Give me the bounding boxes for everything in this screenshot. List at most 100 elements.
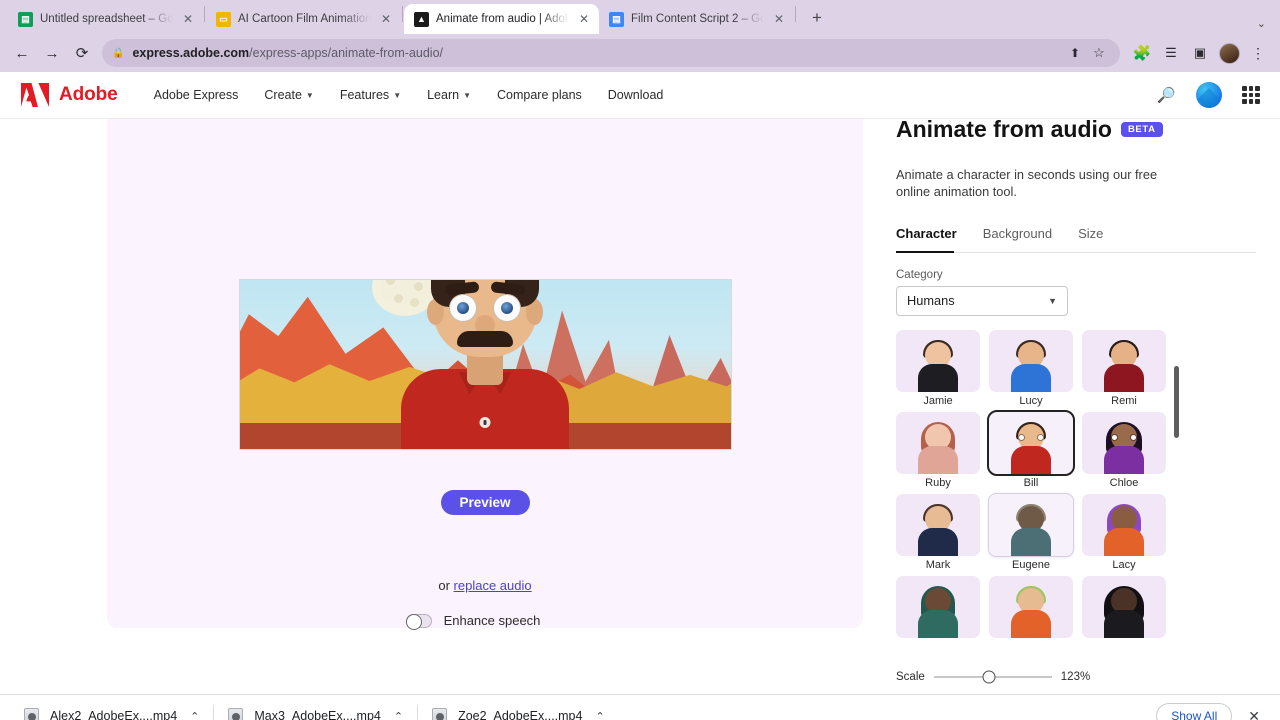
adobe-mark-icon — [21, 83, 49, 107]
status-badge: BETA — [1120, 121, 1163, 137]
character-card-lucy[interactable]: Lucy — [989, 329, 1073, 407]
nav-item-compare-plans[interactable]: Compare plans — [497, 88, 582, 102]
browser-tab[interactable]: ▤ Untitled spreadsheet – Google ✕ — [8, 4, 203, 34]
video-preview[interactable] — [238, 279, 732, 451]
character-card-ruby[interactable]: Ruby — [896, 411, 980, 489]
share-icon[interactable]: ⬆ — [1064, 42, 1086, 64]
browser-tab-active[interactable]: ▲ Animate from audio | Adobe Ex ✕ — [404, 4, 599, 34]
download-bar-right: Show All ✕ — [1156, 703, 1270, 720]
new-tab-button[interactable]: + — [803, 4, 831, 32]
scale-label: Scale — [896, 671, 925, 683]
replace-prefix: or — [438, 578, 454, 593]
chevron-up-icon[interactable]: ⌃ — [595, 710, 604, 720]
close-icon[interactable]: ✕ — [378, 11, 394, 27]
character-card-row4-1[interactable] — [896, 575, 980, 641]
character-card-row4-2[interactable] — [989, 575, 1073, 641]
character-thumbnail — [989, 329, 1073, 392]
character-card-eugene[interactable]: Eugene — [989, 493, 1073, 571]
chevron-down-icon[interactable]: ⌄ — [1251, 17, 1272, 30]
chevron-up-icon[interactable]: ⌃ — [190, 710, 199, 720]
scale-slider-knob[interactable] — [982, 670, 996, 684]
reading-list-icon[interactable]: ☰ — [1157, 39, 1185, 67]
nav-label: Adobe Express — [153, 88, 239, 102]
character-card-mark[interactable]: Mark — [896, 493, 980, 571]
scale-slider[interactable] — [933, 670, 1052, 684]
tab-underline — [896, 250, 1256, 253]
scrollbar-thumb[interactable] — [1174, 365, 1179, 438]
browser-tab[interactable]: ▤ Film Content Script 2 – Google ✕ — [599, 4, 794, 34]
avatar[interactable] — [1196, 82, 1222, 108]
close-icon[interactable]: ✕ — [771, 11, 787, 27]
nav-item-learn[interactable]: Learn ▼ — [427, 88, 471, 102]
download-item[interactable]: Alex2_AdobeEx....mp4 ⌃ — [10, 701, 213, 720]
adobe-logo[interactable]: Adobe — [20, 82, 118, 108]
download-item[interactable]: Max3_AdobeEx....mp4 ⌃ — [214, 701, 417, 720]
page-title: Animate from audio — [896, 119, 1112, 142]
nav-item-download[interactable]: Download — [608, 88, 664, 102]
adobe-nav: Adobe Express Create ▼ Features ▼ Learn … — [154, 88, 664, 102]
tab-title: Animate from audio | Adobe Ex — [436, 13, 569, 25]
extensions-icon[interactable]: 🧩 — [1128, 39, 1156, 67]
download-item[interactable]: Zoe2_AdobeEx....mp4 ⌃ — [418, 701, 619, 720]
show-all-button[interactable]: Show All — [1156, 703, 1233, 720]
character-name: Eugene — [1012, 558, 1050, 571]
character-thumbnail — [989, 575, 1073, 638]
nav-item-adobe-express[interactable]: Adobe Express — [154, 88, 239, 102]
omnibox-actions: ⬆ ☆ — [1064, 42, 1110, 64]
character-card-chloe[interactable]: Chloe — [1082, 411, 1166, 489]
menu-icon[interactable]: ⋮ — [1244, 39, 1272, 67]
search-icon[interactable]: 🔍 — [1157, 86, 1176, 104]
close-icon[interactable]: ✕ — [180, 11, 196, 27]
preview-button[interactable]: Preview — [440, 490, 530, 515]
tab-size[interactable]: Size — [1078, 226, 1103, 241]
address-bar[interactable]: 🔒 express.adobe.com/express-apps/animate… — [102, 39, 1120, 67]
browser-tab[interactable]: ▭ AI Cartoon Film Animation – Go ✕ — [206, 4, 401, 34]
panel-subtitle: Animate a character in seconds using our… — [896, 167, 1158, 199]
nav-item-create[interactable]: Create ▼ — [264, 88, 313, 102]
character-grid-wrapper: Jamie Lucy Remi Ruby Bill Chloe Mark Eug… — [896, 329, 1179, 641]
tab-character[interactable]: Character — [896, 226, 957, 241]
nav-label: Features — [339, 88, 390, 102]
character-name: Lucy — [1019, 394, 1043, 407]
tab-background[interactable]: Background — [983, 226, 1052, 241]
character-thumbnail — [896, 329, 980, 392]
animated-character — [390, 280, 580, 450]
character-card-row4-3[interactable] — [1082, 575, 1166, 641]
url-host: express.adobe.com — [132, 46, 250, 60]
back-icon[interactable]: ← — [8, 39, 36, 67]
app-grid-icon[interactable] — [1242, 86, 1260, 104]
character-thumbnail — [896, 575, 980, 638]
nav-label: Create — [264, 88, 302, 102]
browser-toolbar: ← → ⟳ 🔒 express.adobe.com/express-apps/a… — [0, 34, 1280, 72]
tab-divider — [402, 6, 403, 22]
settings-panel: Animate from audio BETA Animate a charac… — [880, 119, 1280, 694]
character-card-lacy[interactable]: Lacy — [1082, 493, 1166, 571]
character-card-jamie[interactable]: Jamie — [896, 329, 980, 407]
character-grid: Jamie Lucy Remi Ruby Bill Chloe Mark Eug… — [896, 329, 1168, 641]
scale-value: 123% — [1060, 671, 1091, 683]
replace-audio-link[interactable]: replace audio — [454, 578, 532, 593]
category-dropdown[interactable]: Humans ▼ — [896, 285, 1068, 316]
character-card-remi[interactable]: Remi — [1082, 329, 1166, 407]
chevron-up-icon[interactable]: ⌃ — [394, 710, 403, 720]
enhance-speech-toggle[interactable] — [405, 613, 432, 630]
character-thumbnail — [896, 493, 980, 556]
close-icon[interactable]: ✕ — [1244, 708, 1264, 720]
character-thumbnail — [896, 411, 980, 474]
character-grid-scrollbar[interactable] — [1174, 330, 1179, 622]
character-card-bill[interactable]: Bill — [987, 409, 1075, 489]
nav-item-features[interactable]: Features ▼ — [340, 88, 401, 102]
star-icon[interactable]: ☆ — [1088, 42, 1110, 64]
video-file-icon — [228, 707, 244, 720]
forward-icon[interactable]: → — [38, 39, 66, 67]
side-panel-icon[interactable]: ▣ — [1186, 39, 1214, 67]
reload-icon[interactable]: ⟳ — [68, 39, 96, 67]
adobe-header: Adobe Adobe Express Create ▼ Features ▼ … — [0, 72, 1280, 119]
character-thumbnail — [1082, 329, 1166, 392]
url-path: /express-apps/animate-from-audio/ — [249, 46, 444, 60]
page-body: Preview or replace audio Enhance speech … — [0, 119, 1280, 694]
close-icon[interactable]: ✕ — [576, 11, 592, 27]
character-thumbnail — [989, 493, 1073, 556]
profile-avatar[interactable] — [1215, 39, 1243, 67]
character-name: Mark — [925, 558, 951, 571]
